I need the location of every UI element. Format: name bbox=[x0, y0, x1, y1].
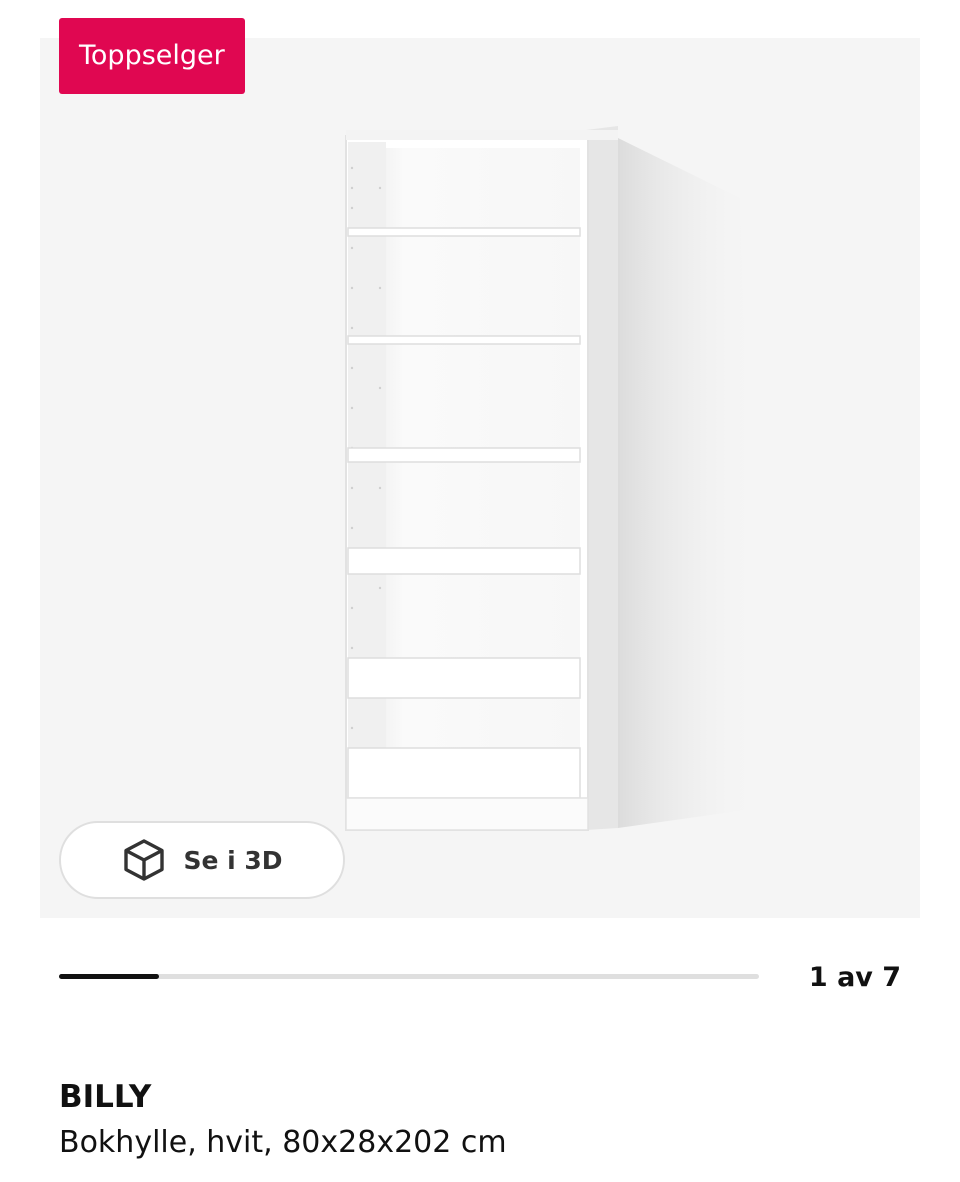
gallery-progress-bar bbox=[59, 974, 759, 979]
view-in-3d-button[interactable]: Se i 3D bbox=[59, 821, 345, 899]
product-image-gallery[interactable] bbox=[40, 38, 920, 918]
view-in-3d-label: Se i 3D bbox=[183, 845, 283, 875]
gallery-progress-fill bbox=[59, 974, 160, 979]
bestseller-badge: Toppselger bbox=[59, 18, 245, 94]
bookshelf-image bbox=[345, 126, 760, 831]
gallery-counter: 1 av 7 bbox=[808, 962, 902, 993]
product-description: Bokhylle, hvit, 80x28x202 cm bbox=[59, 1125, 507, 1160]
cube-icon bbox=[121, 837, 167, 883]
product-name: BILLY bbox=[59, 1079, 152, 1115]
